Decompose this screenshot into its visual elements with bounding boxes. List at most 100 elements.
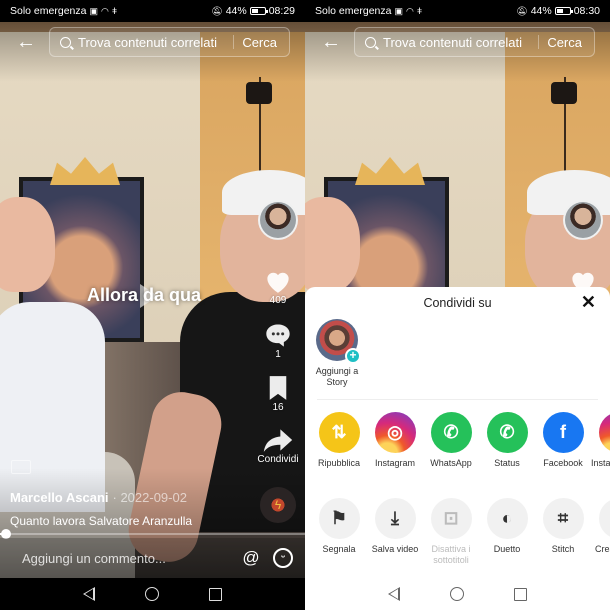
search-placeholder: Trova contenuti correlati [383, 34, 522, 50]
share-ripubblica[interactable]: ⇅ Ripubblica [311, 412, 367, 469]
nav-back-icon[interactable] [388, 587, 400, 601]
share-label: Condividi [257, 454, 299, 465]
battery-percent: 44% [530, 5, 552, 17]
search-input[interactable]: Trova contenuti correlati Cerca [49, 27, 290, 57]
search-icon [60, 36, 71, 48]
carrier-text: Solo emergenza [10, 5, 87, 17]
divider [317, 399, 598, 400]
share-label: Status [494, 458, 520, 468]
close-icon[interactable]: ✕ [581, 292, 596, 313]
top-bar: ← Trova contenuti correlati Cerca [0, 27, 305, 57]
wifi-icon: ◠ [100, 5, 109, 16]
nav-back-icon[interactable] [83, 587, 95, 601]
arrow-left-icon: ← [321, 30, 341, 53]
author-name[interactable]: Marcello Ascani [10, 490, 109, 505]
share-sheet: Condividi su ✕ + Aggiungi a Story ⇅ Ripub… [305, 287, 610, 578]
sim-icon: ▣ [394, 5, 403, 16]
left-screen: Solo emergenza ▣ ◠ ǂ 🔕︎ 44% 08:29 ← Trov… [0, 0, 305, 610]
share-actions-row: ⚑ Segnala ⤓ Salva video ⊡ Disattiva i sottoti… [305, 498, 610, 566]
share-label: Instagram Direct [591, 458, 610, 468]
add-to-story-button[interactable]: + Aggiungi a Story [313, 319, 361, 388]
share-instagram-direct[interactable]: ◎ Instagram Direct [591, 412, 610, 469]
stitch-icon: ⌗ [542, 498, 584, 539]
disattiva-i-sottotitoli-icon: ⊡ [430, 498, 472, 539]
share-label: Ripubblica [317, 458, 361, 468]
share-apps-row: ⇅ Ripubblica ◎ Instagram ✆ WhatsApp ✆ Status f Fa… [305, 412, 610, 469]
comment-bar: Aggiungi un commento... @ ᵕ [0, 538, 305, 578]
video-caption: Allora da qua [87, 285, 202, 305]
save-button[interactable]: 16 [255, 375, 301, 413]
nav-home-icon[interactable] [450, 587, 464, 601]
clock: 08:30 [573, 5, 600, 17]
status-bar: Solo emergenza ▣ ◠ ǂ 🔕︎ 44% 08:29 [0, 0, 305, 22]
carrier-text: Solo emergenza [315, 5, 392, 17]
plus-icon: + [345, 348, 361, 364]
search-button[interactable]: Cerca [547, 35, 594, 50]
share-button[interactable]: Condividi [255, 427, 301, 465]
search-icon [365, 36, 376, 48]
action-stitch[interactable]: ⌗ Stitch [535, 498, 591, 566]
comment-count: 1 [275, 349, 281, 360]
lamp [246, 82, 272, 104]
progress-bar[interactable] [0, 529, 305, 539]
action-segnala[interactable]: ⚑ Segnala [311, 498, 367, 566]
video-description: Quanto lavora Salvatore Aranzulla [10, 514, 193, 528]
share-status[interactable]: ✆ Status [479, 412, 535, 469]
status-bar: Solo emergenza ▣ ◠ ǂ 🔕︎ 44% 08:30 [305, 0, 610, 22]
share-facebook[interactable]: f Facebook [535, 412, 591, 469]
save-count: 16 [272, 402, 284, 413]
lamp [551, 82, 577, 104]
nav-home-icon[interactable] [145, 587, 159, 601]
story-label: Aggiungi a Story [315, 366, 359, 387]
nav-recents-icon[interactable] [514, 587, 527, 601]
wifi-icon: ◠ [405, 5, 414, 16]
nav-bar [0, 578, 305, 610]
back-button[interactable]: ← [314, 27, 348, 57]
action-duetto[interactable]: ◐ Duetto [479, 498, 535, 566]
share-arrow-icon [263, 429, 293, 452]
music-disc-icon[interactable]: ϟ [260, 487, 296, 523]
post-date: · 2022-09-02 [112, 490, 187, 505]
share-whatsapp[interactable]: ✆ WhatsApp [423, 412, 479, 469]
nav-bar [305, 578, 610, 610]
crea-sticker-icon: ▢ [598, 498, 610, 539]
duetto-icon: ◐ [486, 498, 528, 539]
captions-icon[interactable] [11, 460, 31, 474]
mention-icon[interactable]: @ [240, 548, 262, 568]
like-button[interactable]: 409 [255, 268, 301, 306]
comment-input[interactable]: Aggiungi un commento... [22, 551, 240, 566]
sheet-title: Condividi su [423, 296, 492, 310]
salva-video-icon: ⤓ [374, 498, 416, 539]
ripubblica-icon: ⇅ [318, 412, 360, 453]
share-label: Instagram [374, 458, 416, 468]
back-button[interactable]: ← [9, 27, 43, 57]
creator-avatar[interactable] [563, 200, 603, 240]
action-label: Disattiva i sottotitoli [431, 544, 471, 565]
action-crea-sticker[interactable]: ▢ Crea sticker [591, 498, 610, 566]
segnala-icon: ⚑ [318, 498, 360, 539]
comment-button[interactable]: 1 [255, 322, 301, 360]
nav-recents-icon[interactable] [209, 587, 222, 601]
search-input[interactable]: Trova contenuti correlati Cerca [354, 27, 595, 57]
comment-icon [266, 324, 290, 347]
action-disattiva-i-sottotitoli: ⊡ Disattiva i sottotitoli [423, 498, 479, 566]
like-count: 409 [269, 295, 287, 306]
whatsapp-icon: ✆ [430, 412, 472, 453]
action-salva-video[interactable]: ⤓ Salva video [367, 498, 423, 566]
emoji-icon[interactable]: ᵕ [273, 548, 293, 568]
action-label: Stitch [551, 544, 575, 554]
arrow-left-icon: ← [16, 30, 36, 53]
action-label: Duetto [493, 544, 521, 554]
heart-icon [267, 272, 289, 293]
facebook-icon: f [542, 412, 584, 453]
share-label: WhatsApp [430, 458, 472, 468]
action-label: Crea sticker [594, 544, 610, 554]
usb-icon: ǂ [416, 6, 423, 16]
mute-icon: 🔕︎ [516, 5, 528, 16]
creator-avatar[interactable] [258, 200, 298, 240]
instagram-icon: ◎ [374, 412, 416, 453]
clock: 08:29 [268, 5, 295, 17]
action-label: Salva video [371, 544, 419, 554]
share-instagram[interactable]: ◎ Instagram [367, 412, 423, 469]
search-button[interactable]: Cerca [242, 35, 289, 50]
